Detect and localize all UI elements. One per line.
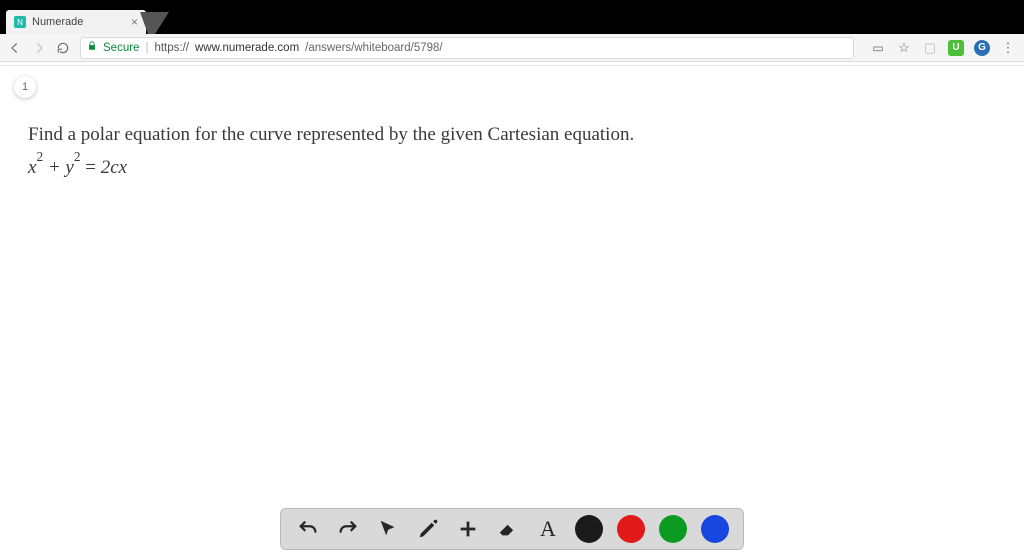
tab-strip: N Numerade × (0, 10, 1024, 34)
color-swatch-red[interactable] (617, 515, 645, 543)
new-tab-hint[interactable] (140, 12, 184, 34)
menu-icon[interactable]: ⋮ (1000, 40, 1016, 56)
url-path: /answers/whiteboard/5798/ (305, 42, 442, 54)
eraser-tool[interactable] (495, 516, 521, 542)
separator: | (145, 42, 148, 54)
star-icon[interactable]: ☆ (896, 40, 912, 56)
card-icon[interactable]: ▭ (870, 40, 886, 56)
forward-button[interactable] (32, 41, 46, 55)
address-bar-row: Secure | https:// www.numerade.com/answer… (0, 34, 1024, 62)
undo-button[interactable] (295, 516, 321, 542)
add-tool[interactable] (455, 516, 481, 542)
url-host: www.numerade.com (195, 42, 299, 54)
step-badge[interactable]: 1 (14, 76, 36, 98)
equation-text: x2 + y2 = 2cx (28, 157, 127, 178)
problem-equation: x2 + y2 = 2cx (28, 154, 996, 179)
tab-title: Numerade (32, 16, 83, 28)
pointer-tool[interactable] (375, 516, 401, 542)
back-button[interactable] (8, 41, 22, 55)
omnibox[interactable]: Secure | https:// www.numerade.com/answer… (80, 37, 854, 59)
step-number: 1 (22, 81, 28, 93)
reload-button[interactable] (56, 41, 70, 55)
color-swatch-blue[interactable] (701, 515, 729, 543)
close-tab-icon[interactable]: × (131, 16, 138, 28)
problem-statement: Find a polar equation for the curve repr… (28, 122, 996, 148)
secure-label: Secure (103, 42, 139, 54)
browser-tab-active[interactable]: N Numerade × (6, 10, 146, 34)
window-top-bar (0, 0, 1024, 10)
extension-green-icon[interactable]: U (948, 40, 964, 56)
extension-grammarly-icon[interactable]: G (974, 40, 990, 56)
color-swatch-green[interactable] (659, 515, 687, 543)
lock-icon (87, 41, 97, 54)
screen-icon[interactable]: ▢ (922, 40, 938, 56)
text-tool[interactable]: A (535, 516, 561, 542)
toolbar-right: ▭ ☆ ▢ U G ⋮ (864, 40, 1016, 56)
redo-button[interactable] (335, 516, 361, 542)
pencil-tool[interactable] (415, 516, 441, 542)
page-content: 1 Find a polar equation for the curve re… (0, 66, 1024, 554)
whiteboard-toolbar: A (280, 508, 744, 550)
url-protocol: https:// (154, 42, 189, 54)
text-tool-label: A (540, 516, 556, 542)
color-swatch-black[interactable] (575, 515, 603, 543)
favicon-icon: N (14, 16, 26, 28)
problem-block: Find a polar equation for the curve repr… (28, 122, 996, 179)
